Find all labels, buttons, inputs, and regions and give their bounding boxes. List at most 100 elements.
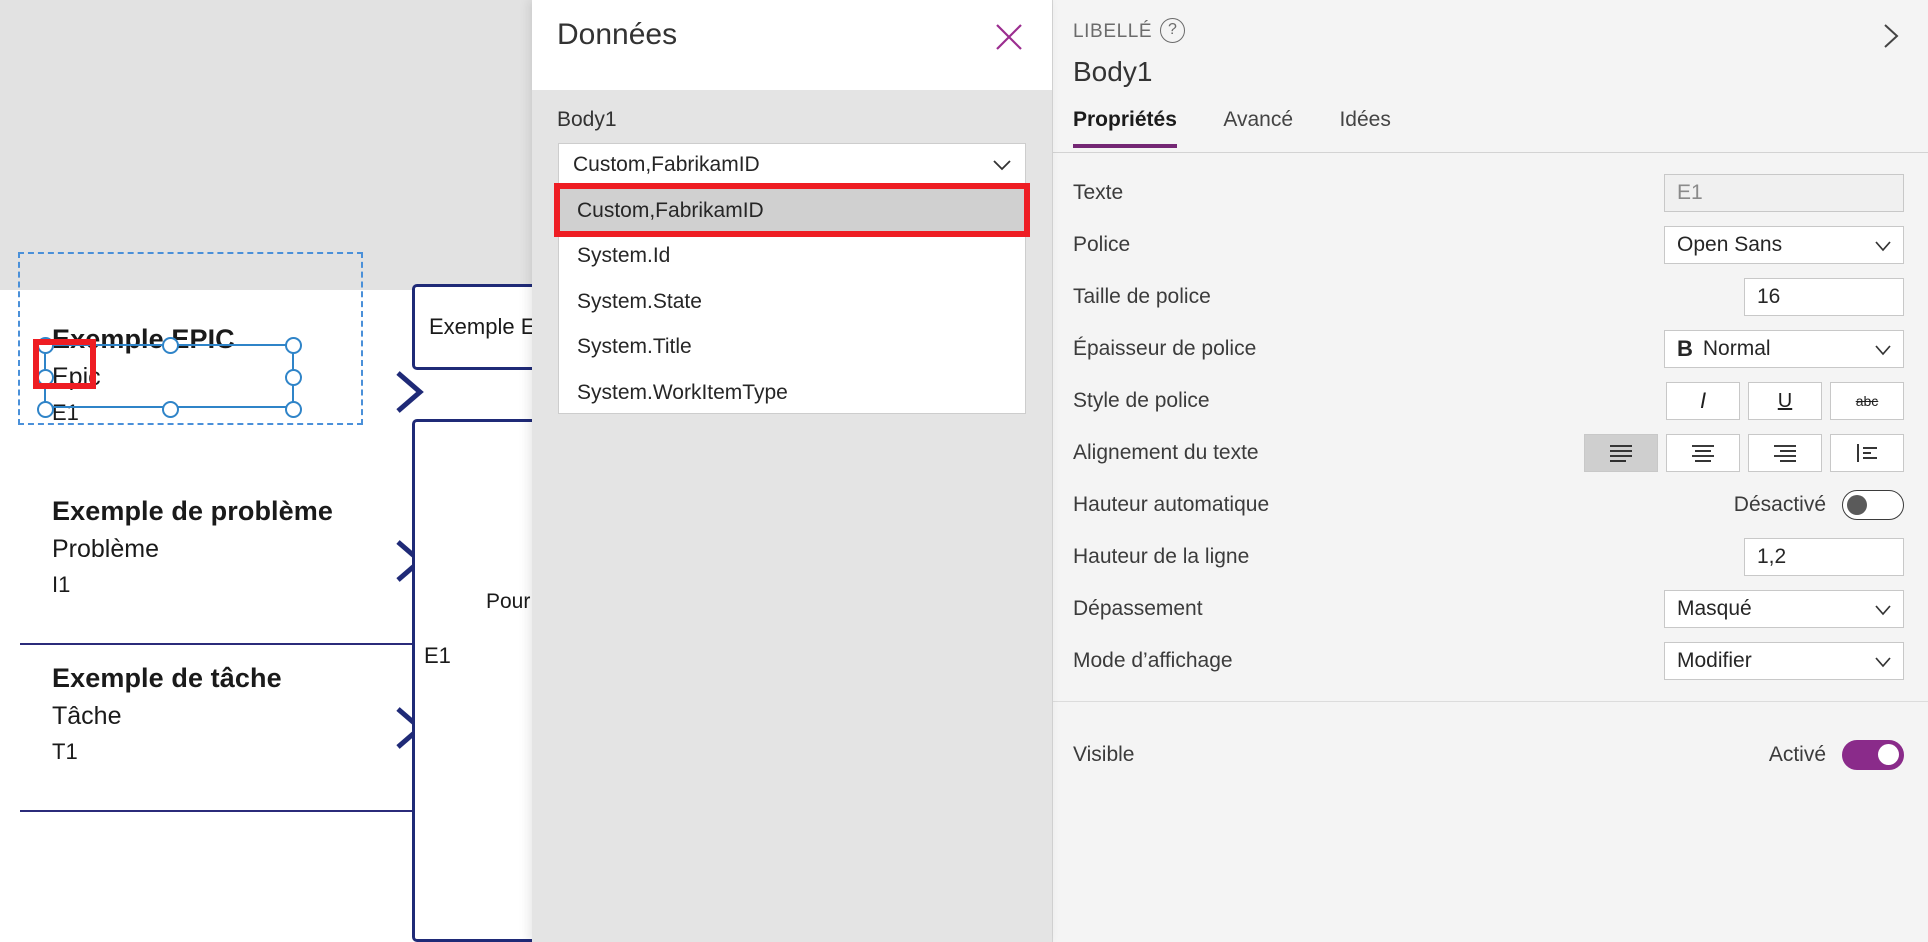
property-row-hauteur-automatique: Hauteur automatique Désactivé [1053, 479, 1928, 531]
property-label: Dépassement [1073, 597, 1203, 620]
properties-panel: LIBELLÉ ? Body1 Propriétés Avancé Idées … [1052, 0, 1928, 942]
card-subtitle: Problème [52, 535, 159, 564]
chevron-down-icon [991, 155, 1013, 175]
property-label: Texte [1073, 181, 1124, 204]
data-panel-body: Body1 Custom,FabrikamID Custom,FabrikamI… [532, 90, 1052, 942]
data-field-option-list[interactable]: Custom,FabrikamID System.Id System.State… [558, 187, 1026, 414]
italic-glyph: I [1699, 388, 1707, 413]
app-root: Exemple EPIC Epic E1 Exemple de problème… [0, 0, 1928, 942]
epaisseur-police-value: Normal [1702, 337, 1771, 360]
align-left-icon[interactable] [1584, 434, 1658, 472]
chevron-right-icon[interactable] [1874, 20, 1906, 52]
mode-affichage-select[interactable]: Modifier [1664, 642, 1904, 680]
data-panel-header: Données [532, 0, 1052, 90]
label-pour: Pour [486, 590, 531, 613]
property-row-police: Police Open Sans [1053, 219, 1928, 271]
card-title: Exemple de tâche [52, 663, 282, 693]
data-panel: Données Body1 Custom,FabrikamID Custom,F… [532, 0, 1052, 942]
style-button-group: I U abc [1666, 382, 1904, 420]
list-item[interactable]: System.WorkItemType [559, 370, 1025, 415]
data-field-select-value: Custom,FabrikamID [573, 153, 760, 176]
property-label: Alignement du texte [1073, 441, 1259, 464]
list-item[interactable]: Exemple de tâche Tâche T1 [20, 645, 450, 812]
toggle-knob [1878, 744, 1899, 765]
visible-state: Activé [1768, 743, 1826, 766]
chevron-down-icon [1873, 601, 1893, 619]
property-row-mode-affichage: Mode d’affichage Modifier [1053, 635, 1928, 687]
align-center-icon[interactable] [1666, 434, 1740, 472]
strikethrough-icon[interactable]: abc [1830, 382, 1904, 420]
properties-rows: Texte E1 Police Open Sans Taille de poli… [1053, 153, 1928, 786]
chevron-down-icon [1873, 237, 1893, 255]
depassement-select[interactable]: Masqué [1664, 590, 1904, 628]
police-select-value: Open Sans [1677, 233, 1783, 256]
property-row-texte: Texte E1 [1053, 167, 1928, 219]
resize-handle-bottom-center[interactable] [162, 401, 179, 418]
hauteur-automatique-state: Désactivé [1733, 493, 1826, 516]
resize-handle-top-center[interactable] [162, 337, 179, 354]
card-subtitle: Tâche [52, 702, 122, 731]
page-title: Body1 [1073, 56, 1153, 87]
property-label: Hauteur automatique [1073, 493, 1270, 516]
property-row-visible: Visible Activé [1053, 724, 1928, 786]
list-item[interactable]: Custom,FabrikamID [559, 188, 1025, 234]
card-title: Exemple de problème [52, 496, 333, 526]
alignment-button-group [1584, 434, 1904, 472]
toggle-knob [1847, 495, 1867, 515]
list-item[interactable]: System.Id [559, 233, 1025, 278]
police-select[interactable]: Open Sans [1664, 226, 1904, 264]
resize-handle-bottom-left[interactable] [37, 401, 54, 418]
card-id: I1 [52, 571, 71, 597]
property-label: Style de police [1073, 389, 1210, 412]
list-item[interactable]: System.Title [559, 324, 1025, 369]
property-label: Hauteur de la ligne [1073, 545, 1250, 568]
properties-header: LIBELLÉ ? Body1 [1053, 0, 1928, 108]
property-label: Mode d’affichage [1073, 649, 1233, 672]
visible-toggle[interactable] [1842, 740, 1904, 770]
list-item[interactable]: System.State [559, 279, 1025, 324]
underline-icon[interactable]: U [1748, 382, 1822, 420]
epaisseur-police-select[interactable]: B Normal [1664, 330, 1904, 368]
list-item[interactable]: Exemple de problème Problème I1 [20, 478, 450, 645]
property-row-alignement-texte: Alignement du texte [1053, 427, 1928, 479]
tab-idees[interactable]: Idées [1339, 108, 1390, 144]
strikethrough-glyph: abc [1855, 393, 1879, 409]
property-row-taille-police: Taille de police 16 [1053, 271, 1928, 323]
properties-kicker: LIBELLÉ [1073, 21, 1153, 42]
property-row-hauteur-ligne: Hauteur de la ligne 1,2 [1053, 531, 1928, 583]
italic-icon[interactable]: I [1666, 382, 1740, 420]
property-label: Épaisseur de police [1073, 337, 1257, 360]
annotation-rect-selected-label [33, 339, 96, 389]
property-label: Visible [1073, 743, 1135, 766]
bold-icon: B [1677, 336, 1693, 361]
taille-police-field[interactable]: 16 [1744, 278, 1904, 316]
data-field-select[interactable]: Custom,FabrikamID [558, 143, 1026, 185]
property-label: Taille de police [1073, 285, 1211, 308]
chevron-down-icon [1873, 653, 1893, 671]
chevron-down-icon [1873, 341, 1893, 359]
help-circle-icon[interactable]: ? [1160, 18, 1185, 43]
resize-handle-top-right[interactable] [285, 337, 302, 354]
property-label: Police [1073, 233, 1131, 256]
data-field-label: Body1 [557, 108, 617, 131]
label-e1: E1 [424, 643, 451, 668]
property-row-epaisseur-police: Épaisseur de police B Normal [1053, 323, 1928, 375]
tab-proprietes[interactable]: Propriétés [1073, 108, 1177, 148]
card-id: T1 [52, 738, 78, 764]
texte-field[interactable]: E1 [1664, 174, 1904, 212]
property-row-style-police: Style de police I U abc [1053, 375, 1928, 427]
hauteur-ligne-field[interactable]: 1,2 [1744, 538, 1904, 576]
depassement-value: Masqué [1677, 597, 1752, 620]
close-icon[interactable] [988, 16, 1030, 58]
tab-avance[interactable]: Avancé [1223, 108, 1293, 144]
align-justify-icon[interactable] [1830, 434, 1904, 472]
section-divider [1053, 701, 1928, 702]
underline-glyph: U [1777, 389, 1793, 412]
property-row-depassement: Dépassement Masqué [1053, 583, 1928, 635]
properties-tabs: Propriétés Avancé Idées [1053, 108, 1928, 153]
data-panel-title: Données [557, 18, 678, 51]
resize-handle-bottom-right[interactable] [285, 401, 302, 418]
resize-handle-middle-right[interactable] [285, 369, 302, 386]
hauteur-automatique-toggle[interactable] [1842, 490, 1904, 520]
align-right-icon[interactable] [1748, 434, 1822, 472]
